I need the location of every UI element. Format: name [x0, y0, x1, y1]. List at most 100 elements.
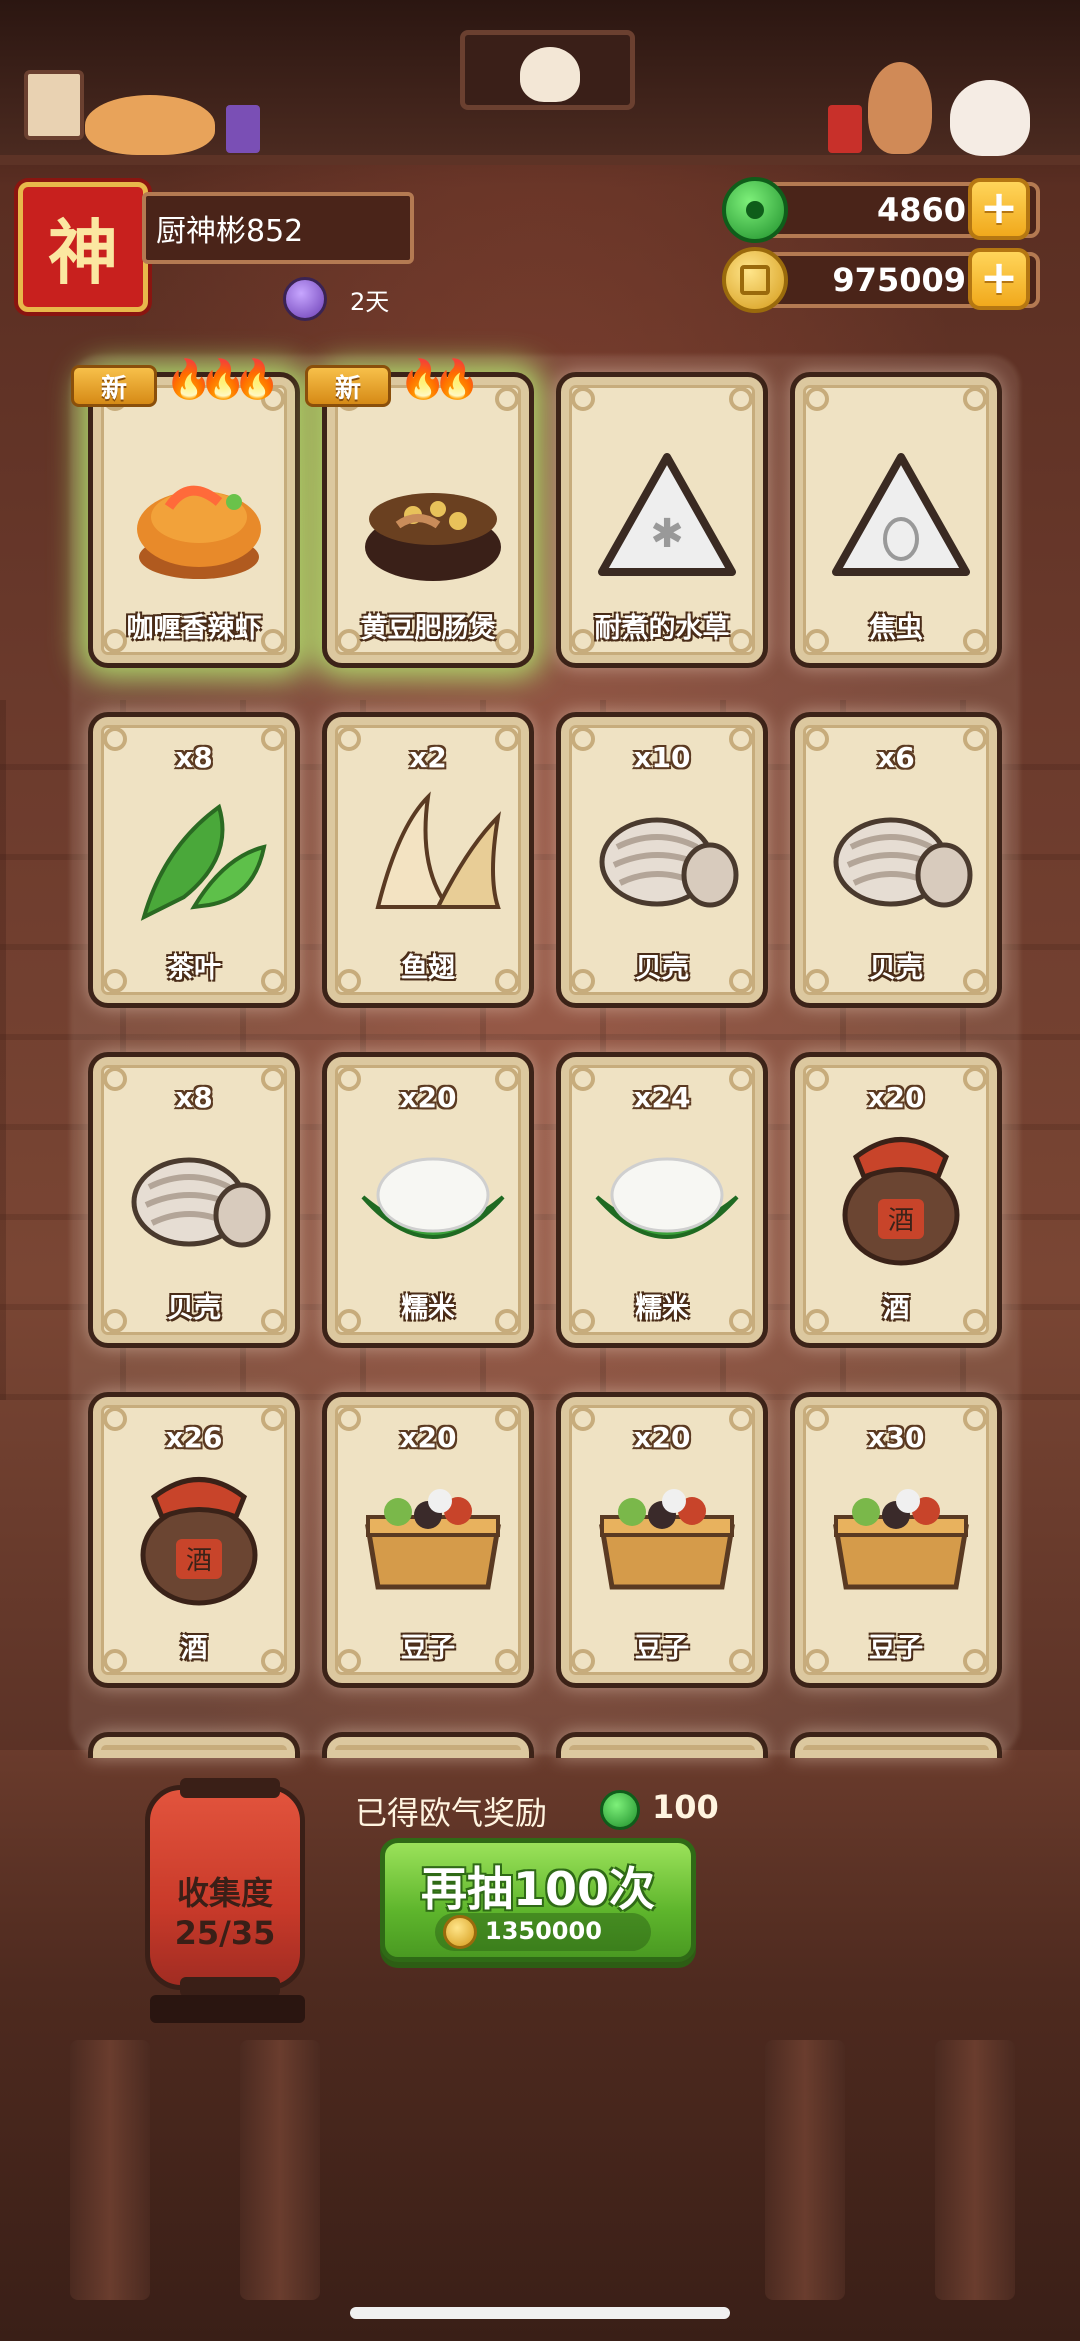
ingredient-card[interactable]: x6 贝壳 — [790, 712, 1002, 1008]
card-label: 糯米 — [635, 1293, 689, 1324]
wine-jar-icon: 酒 — [825, 1127, 977, 1267]
red-cup-icon — [828, 105, 862, 153]
buff-days: 2天 — [350, 288, 390, 316]
card-count: x8 — [175, 1081, 213, 1114]
tea-leaf-icon — [123, 787, 275, 927]
card-count: x24 — [633, 1081, 691, 1114]
lantern-cap — [180, 1778, 280, 1798]
card-label: 焦虫 — [869, 613, 923, 644]
ingredient-card[interactable]: x20 糯米 — [322, 1052, 534, 1348]
new-tag: 新 — [305, 365, 391, 407]
card-count: x20 — [867, 1081, 925, 1114]
ingredient-card[interactable]: x2 鱼翅 — [322, 712, 534, 1008]
card-label: 咖喱香辣虾 — [126, 613, 262, 644]
wooden-post-decoration — [935, 2040, 1015, 2300]
coin-amount: 975009 — [832, 261, 966, 299]
card-label: 豆子 — [869, 1633, 923, 1664]
collection-progress: 25/35 — [174, 1914, 276, 1952]
jade-amount: 4860 — [876, 191, 966, 229]
card-label: 豆子 — [401, 1633, 455, 1664]
card-partial — [88, 1732, 300, 1758]
lantern-cap — [180, 1977, 280, 1997]
ingredient-card[interactable]: x8 茶叶 — [88, 712, 300, 1008]
collection-lantern[interactable]: 收集度 25/35 — [145, 1778, 305, 1997]
bean-box-icon — [357, 1467, 509, 1607]
card-partial — [556, 1732, 768, 1758]
svg-text:酒: 酒 — [186, 1546, 212, 1576]
ingredient-card[interactable]: ✱ 耐煮的水草 — [556, 372, 768, 668]
ingredient-card[interactable]: 酒 x20 酒 — [790, 1052, 1002, 1348]
ingredient-card[interactable]: 黄豆肥肠煲新 🔥 🔥 — [305, 357, 534, 668]
jade-icon — [722, 177, 788, 243]
card-label: 茶叶 — [167, 953, 221, 984]
card-count: x20 — [399, 1081, 457, 1114]
ingredient-card[interactable]: x30 豆子 — [790, 1392, 1002, 1688]
card-count: x20 — [633, 1421, 691, 1454]
card-corner-ornament — [571, 387, 595, 411]
card-corner-ornament — [805, 387, 829, 411]
card-label: 酒 — [180, 1633, 208, 1664]
ingredient-card[interactable]: 酒 x26 酒 — [88, 1392, 300, 1688]
ingredient-card[interactable]: x8 贝壳 — [88, 1052, 300, 1348]
svg-text:✱: ✱ — [650, 511, 684, 557]
home-indicator[interactable] — [350, 2307, 730, 2319]
card-label: 酒 — [882, 1293, 910, 1324]
card-count: x20 — [399, 1421, 457, 1454]
reward-value: 100 — [652, 1788, 719, 1826]
card-corner-ornament — [963, 387, 987, 411]
card-label: 糯米 — [401, 1293, 455, 1324]
card-count: x8 — [175, 741, 213, 774]
clam-icon — [591, 787, 743, 927]
card-partial — [790, 1732, 1002, 1758]
card-label: 鱼翅 — [401, 953, 455, 984]
ingredient-card[interactable]: x10 贝壳 — [556, 712, 768, 1008]
card-partial — [322, 1732, 534, 1758]
card-count: x30 — [867, 1421, 925, 1454]
ingredient-card[interactable]: 咖喱香辣虾新 🔥 🔥 🔥 — [71, 357, 300, 668]
rice-icon — [591, 1127, 743, 1267]
card-label: 贝壳 — [167, 1293, 221, 1324]
new-badge: 新 🔥 🔥 — [295, 355, 525, 411]
white-cat-icon — [950, 80, 1030, 156]
ingredient-card[interactable]: x20 豆子 — [556, 1392, 768, 1688]
card-label: 耐煮的水草 — [594, 613, 730, 644]
ingredient-card[interactable]: 焦虫 — [790, 372, 1002, 668]
card-label: 贝壳 — [869, 953, 923, 984]
flame-icon: 🔥 — [233, 357, 281, 401]
locked-bug-icon — [825, 447, 977, 587]
card-count: x6 — [877, 741, 915, 774]
player-avatar[interactable]: 神 — [18, 182, 148, 312]
avatar-glyph: 神 — [48, 211, 118, 294]
player-name-box: 厨神彬852 — [142, 192, 414, 264]
ingredient-card[interactable]: x24 糯米 — [556, 1052, 768, 1348]
draw-again-label: 再抽100次 — [420, 1862, 656, 1916]
add-jade-button[interactable]: + — [968, 178, 1030, 240]
collection-title: 收集度 — [176, 1874, 273, 1912]
rice-icon — [357, 1127, 509, 1267]
soybean-intestine-pot-icon — [357, 447, 509, 587]
top-shelf — [0, 0, 1080, 165]
reward-label: 已得欧气奖励 — [355, 1794, 548, 1832]
draw-again-button[interactable]: 再抽100次 1350000 — [380, 1838, 696, 1962]
wooden-post-decoration — [70, 2040, 150, 2300]
wooden-post-decoration — [765, 2040, 845, 2300]
coin-icon — [443, 1915, 477, 1949]
curry-shrimp-icon — [123, 447, 275, 587]
new-badge: 新 🔥 🔥 🔥 — [61, 355, 291, 411]
card-count: x2 — [409, 741, 447, 774]
card-label: 贝壳 — [635, 953, 689, 984]
coin-icon — [722, 247, 788, 313]
new-tag: 新 — [71, 365, 157, 407]
player-name: 厨神彬852 — [156, 214, 304, 249]
character-portrait-frame — [460, 30, 635, 110]
buff-icon[interactable] — [283, 277, 327, 321]
lantern-stand — [150, 1995, 305, 2023]
add-coin-button[interactable]: + — [968, 248, 1030, 310]
wooden-post-decoration — [240, 2040, 320, 2300]
card-count: x26 — [165, 1421, 223, 1454]
chef-character-icon — [868, 62, 932, 154]
ingredient-card[interactable]: x20 豆子 — [322, 1392, 534, 1688]
paw-sign-icon — [24, 70, 84, 140]
orange-cat-icon — [85, 95, 215, 155]
bean-box-icon — [591, 1467, 743, 1607]
